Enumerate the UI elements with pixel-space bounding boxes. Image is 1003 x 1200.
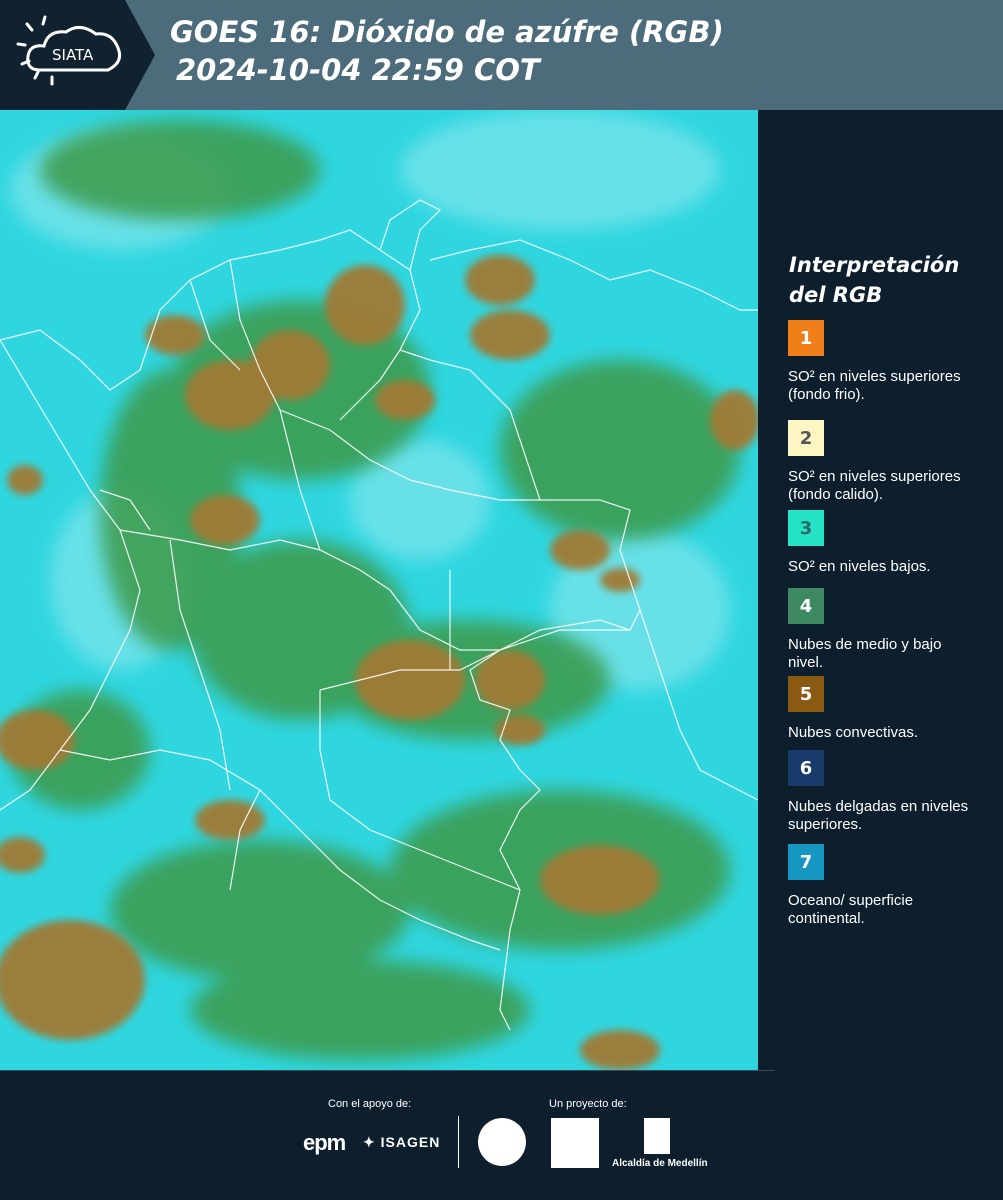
medellin-seal-logo xyxy=(478,1118,526,1166)
legend-swatch: 4 xyxy=(788,588,824,624)
legend-swatch: 7 xyxy=(788,844,824,880)
legend-label: Nubes convectivas. xyxy=(788,724,919,741)
legend-swatch: 1 xyxy=(788,320,824,356)
legend-title: Interpretación del RGB xyxy=(789,250,999,310)
footer: Con el apoyo de: Un proyecto de: epm ✦ I… xyxy=(0,1070,1003,1200)
legend-title-line1: Interpretación xyxy=(789,253,960,277)
footer-divider xyxy=(458,1116,459,1168)
footer-rule xyxy=(0,1070,775,1071)
legend-swatch: 6 xyxy=(788,750,824,786)
legend-swatch: 5 xyxy=(788,676,824,712)
legend-label: SO² en niveles superiores (fondo frio). xyxy=(788,368,961,403)
siata-logo: SIATA xyxy=(0,0,155,110)
alcaldia-label: Alcaldía de Medellín xyxy=(612,1158,708,1169)
legend-title-line2: del RGB xyxy=(789,283,883,307)
legend-label: Nubes delgadas en niveles superiores. xyxy=(788,798,969,833)
alcaldia-emblem-logo xyxy=(644,1118,670,1154)
legend-label: SO² en niveles superiores (fondo calido)… xyxy=(788,468,961,503)
area-metropolitana-logo xyxy=(551,1118,599,1168)
isagen-logo: ✦ ISAGEN xyxy=(363,1134,440,1151)
legend-item: 3 SO² en niveles bajos. xyxy=(788,510,998,576)
support-caption: Con el apoyo de: xyxy=(328,1098,412,1110)
legend-item: 5 Nubes convectivas. xyxy=(788,676,998,742)
legend-label: Oceano/ superficie continental. xyxy=(788,892,914,927)
project-caption: Un proyecto de: xyxy=(549,1098,627,1110)
legend-item: 1 SO² en niveles superiores (fondo frio). xyxy=(788,320,998,404)
legend-item: 2 SO² en niveles superiores (fondo calido… xyxy=(788,420,998,504)
legend-label: Nubes de medio y bajo nivel. xyxy=(788,636,942,671)
legend-item: 7 Oceano/ superficie continental. xyxy=(788,844,998,928)
isagen-label: ISAGEN xyxy=(380,1134,441,1150)
legend-panel: Interpretación del RGB 1 SO² en niveles s… xyxy=(758,110,1003,1070)
header-bar: SIATA GOES 16: Dióxido de azúfre (RGB) 2… xyxy=(0,0,1003,110)
satellite-map xyxy=(0,110,758,1070)
svg-text:SIATA: SIATA xyxy=(52,46,94,64)
legend-label: SO² en niveles bajos. xyxy=(788,558,931,575)
legend-item: 6 Nubes delgadas en niveles superiores. xyxy=(788,750,998,834)
isagen-mark-icon: ✦ xyxy=(363,1134,376,1150)
page-timestamp: 2024-10-04 22:59 COT xyxy=(176,53,540,87)
epm-logo: epm xyxy=(303,1130,346,1155)
legend-swatch: 3 xyxy=(788,510,824,546)
page-title: GOES 16: Dióxido de azúfre (RGB) xyxy=(170,15,724,49)
legend-item: 4 Nubes de medio y bajo nivel. xyxy=(788,588,998,672)
legend-swatch: 2 xyxy=(788,420,824,456)
